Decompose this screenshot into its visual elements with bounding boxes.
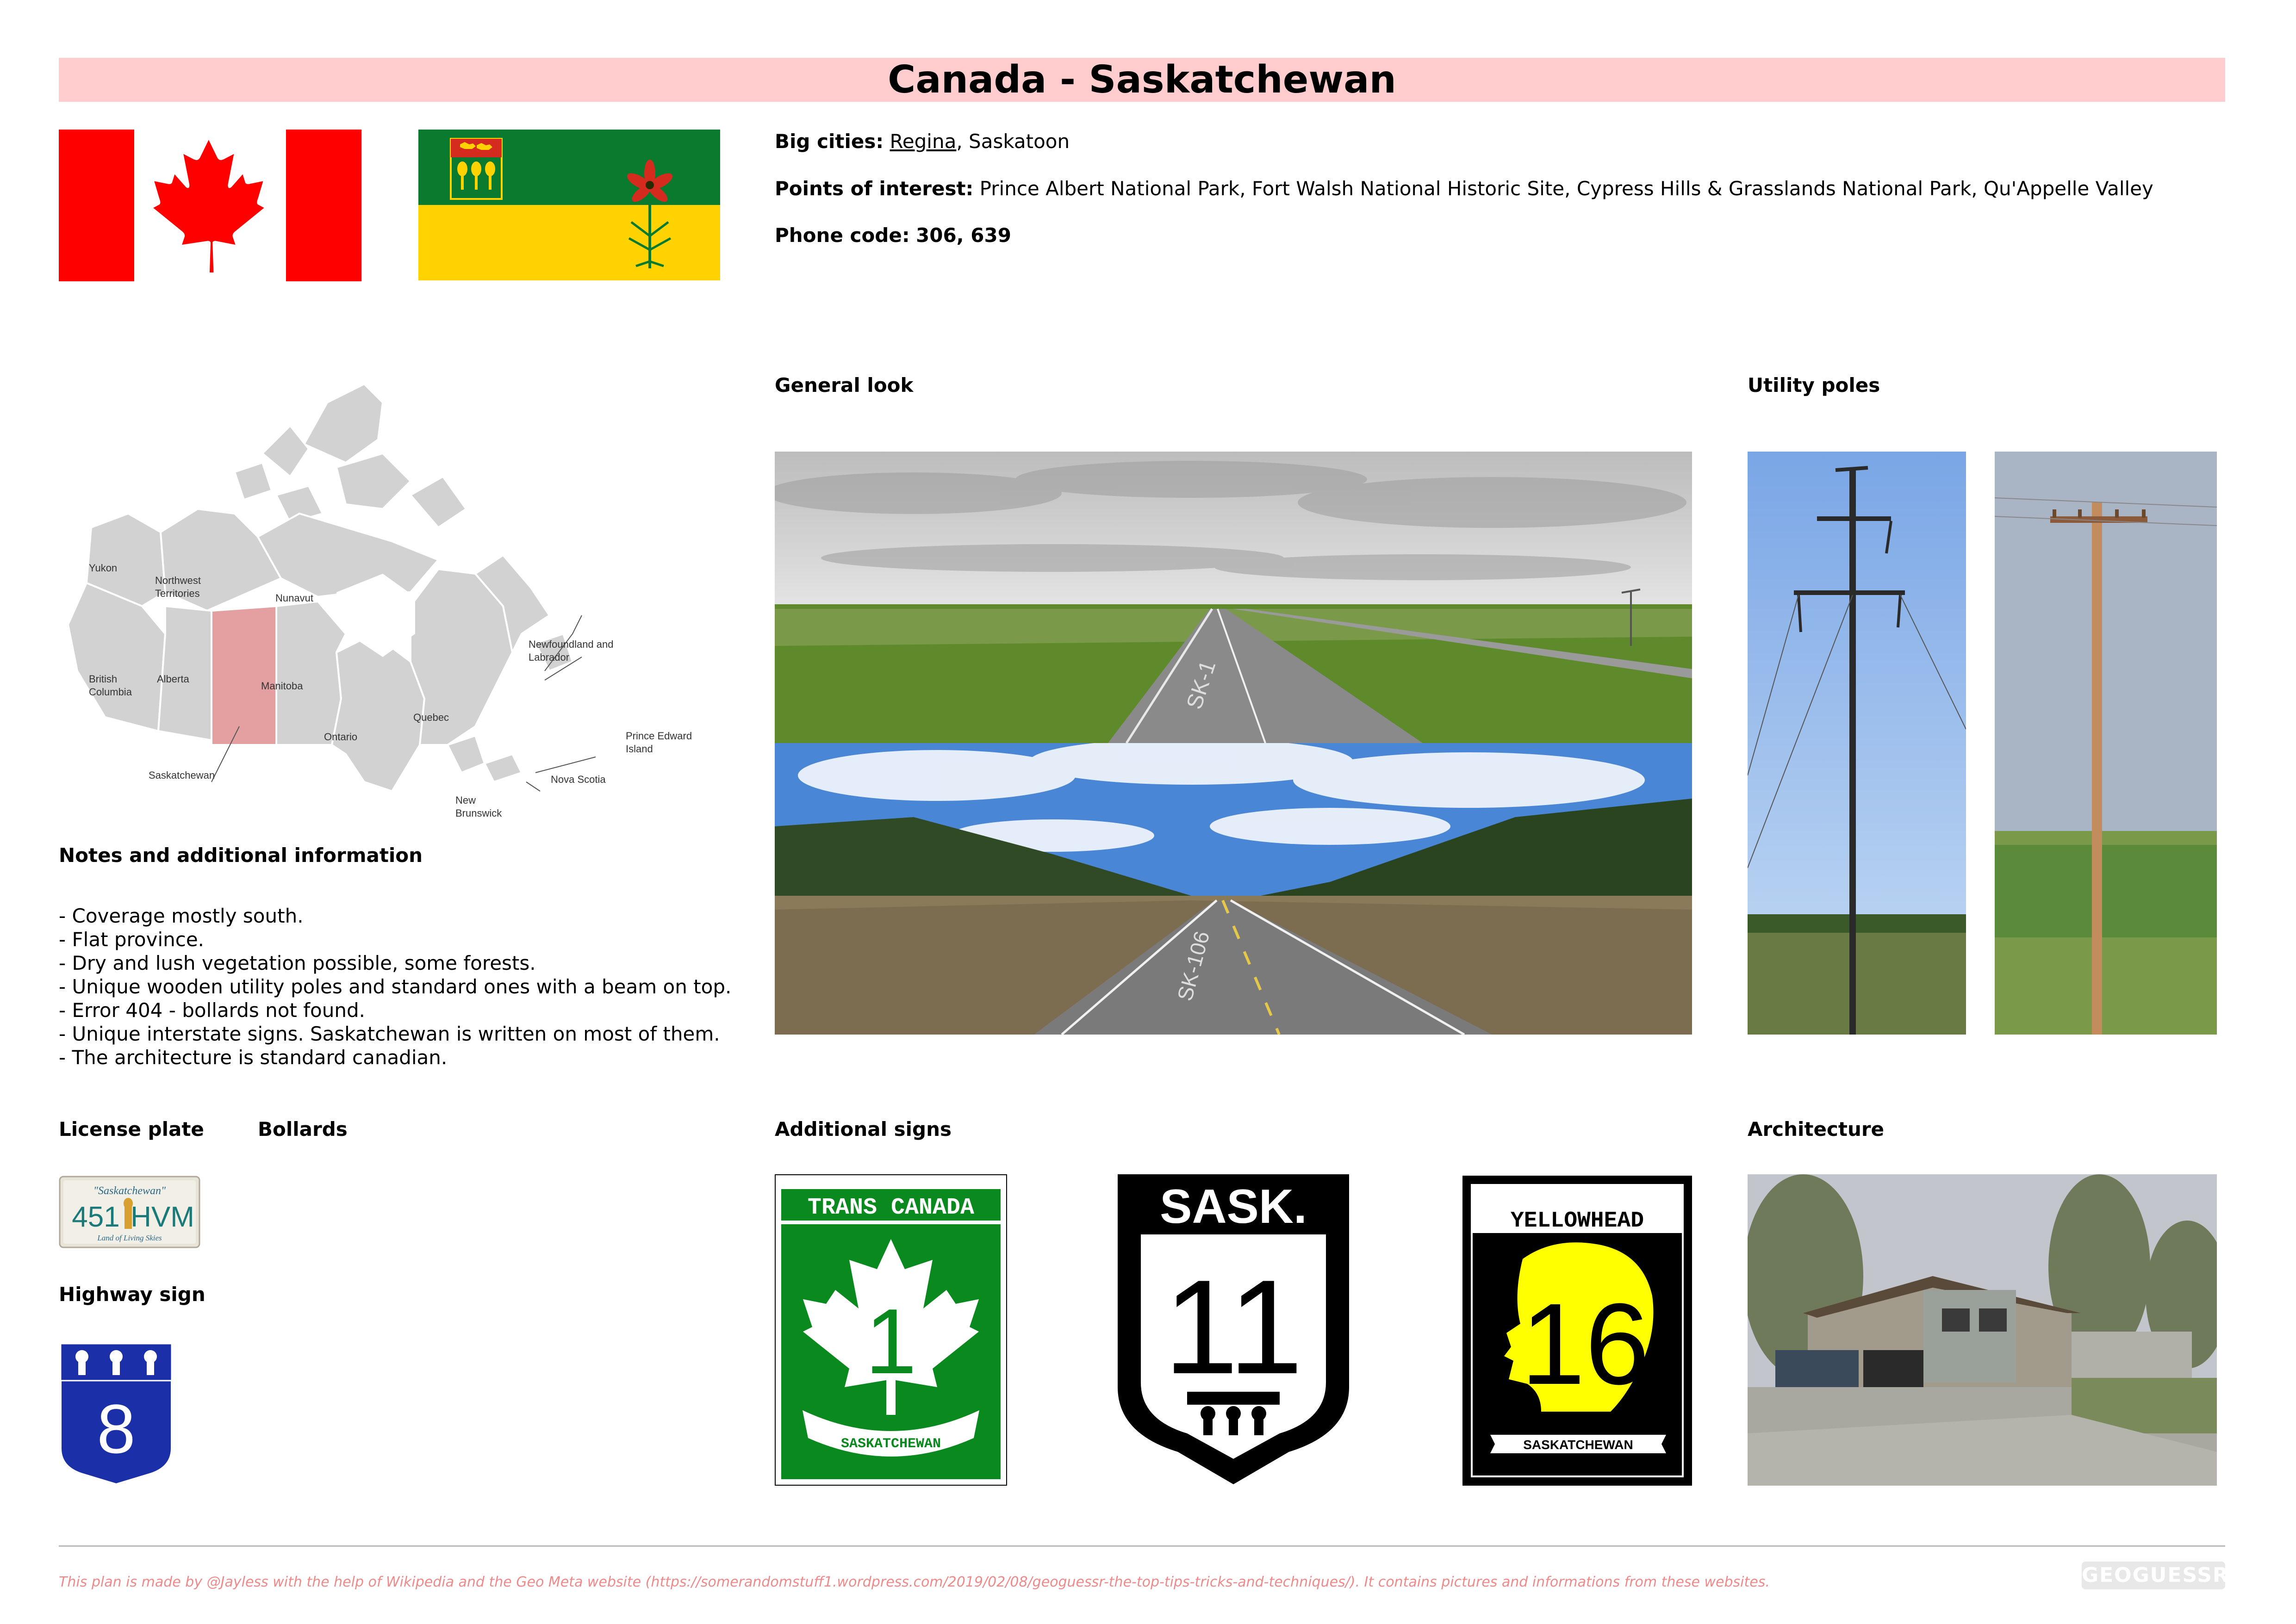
note-line: - The architecture is standard canadian. bbox=[59, 1046, 448, 1069]
heading-bollards: Bollards bbox=[258, 1118, 348, 1141]
general-look-photo-forest-road: SK-106 bbox=[775, 743, 1692, 1035]
highway-sign-number: 8 bbox=[97, 1390, 135, 1468]
sask-11-sign: SASK. 11 bbox=[1118, 1174, 1349, 1484]
trans-canada-banner-text: SASKATCHEWAN bbox=[841, 1436, 941, 1452]
yellowhead-bottom-text: SASKATCHEWAN bbox=[1523, 1438, 1633, 1452]
utility-pole-photo-wooden bbox=[1995, 452, 2217, 1035]
heading-additional-signs: Additional signs bbox=[775, 1118, 952, 1141]
highway-sign-image: 8 bbox=[60, 1343, 173, 1486]
license-plate-image: "Saskatchewan" 451 HVM Land of Living Sk… bbox=[59, 1176, 200, 1248]
yellowhead-top-text: YELLOWHEAD bbox=[1511, 1209, 1644, 1233]
map-label-nunavut: Nunavut bbox=[275, 592, 313, 604]
big-cities-label: Big cities: bbox=[775, 130, 884, 153]
plate-number-right: HVM bbox=[131, 1201, 194, 1233]
geoguessr-logo: GEOGUESSR bbox=[2082, 1562, 2228, 1589]
poi-line: Points of interest: Prince Albert Nation… bbox=[775, 177, 2153, 200]
map-label-quebec: Quebec bbox=[413, 712, 449, 723]
big-cities-line: Big cities: Regina, Saskatoon bbox=[775, 130, 1070, 153]
map-label-nwt2: Territories bbox=[155, 588, 200, 599]
map-label-pei2: Island bbox=[626, 743, 653, 755]
map-label-ontario: Ontario bbox=[324, 731, 357, 743]
phone-label: Phone code: bbox=[775, 224, 910, 247]
map-label-nb2: Brunswick bbox=[455, 807, 502, 819]
note-line: - Dry and lush vegetation possible, some… bbox=[59, 952, 536, 974]
saskatchewan-flag bbox=[418, 130, 720, 280]
poi-label: Points of interest: bbox=[775, 177, 974, 200]
sask-shield-icon bbox=[450, 138, 503, 200]
map-label-nb1: New bbox=[455, 794, 476, 806]
general-look-photo-prairie-road: SK-1 bbox=[775, 452, 1692, 743]
canada-map: Yukon Northwest Territories Nunavut Brit… bbox=[67, 383, 692, 819]
heading-architecture: Architecture bbox=[1748, 1118, 1885, 1141]
note-line: - Unique interstate signs. Saskatchewan … bbox=[59, 1023, 720, 1045]
map-label-sask: Saskatchewan bbox=[149, 769, 215, 781]
page-title: Canada - Saskatchewan bbox=[888, 58, 1396, 102]
trans-canada-number: 1 bbox=[865, 1290, 916, 1393]
map-label-ns: Nova Scotia bbox=[551, 774, 606, 785]
heading-general-look: General look bbox=[775, 374, 914, 397]
heading-utility-poles: Utility poles bbox=[1748, 374, 1880, 397]
map-label-manitoba: Manitoba bbox=[261, 680, 303, 692]
heading-notes: Notes and additional information bbox=[59, 844, 423, 867]
plate-top-text: "Saskatchewan" bbox=[93, 1185, 166, 1197]
yellowhead-number: 16 bbox=[1521, 1279, 1649, 1408]
title-bar: Canada - Saskatchewan bbox=[59, 58, 2225, 102]
phone-value: 306, 639 bbox=[916, 224, 1011, 247]
phone-line: Phone code: 306, 639 bbox=[775, 224, 1011, 247]
map-label-alberta: Alberta bbox=[157, 673, 189, 685]
utility-pole-photo-steel bbox=[1748, 452, 1966, 1035]
canada-flag bbox=[59, 130, 361, 281]
sask-number: 11 bbox=[1164, 1252, 1303, 1402]
sask-top-text: SASK. bbox=[1160, 1180, 1307, 1233]
saskatchewan-region bbox=[211, 605, 277, 746]
map-label-yukon: Yukon bbox=[89, 562, 117, 574]
note-line: - Error 404 - bollards not found. bbox=[59, 999, 365, 1022]
note-line: - Unique wooden utility poles and standa… bbox=[59, 975, 732, 998]
trans-canada-top-text: TRANS CANADA bbox=[808, 1195, 974, 1221]
footer-credit: This plan is made by @Jayless with the h… bbox=[59, 1574, 1770, 1590]
map-label-nl1: Newfoundland and bbox=[529, 638, 613, 650]
map-label-bc2: Columbia bbox=[89, 686, 132, 698]
footer-divider bbox=[59, 1545, 2225, 1547]
heading-license-plate: License plate bbox=[59, 1118, 204, 1141]
map-label-nl2: Labrador bbox=[529, 651, 569, 663]
map-label-pei1: Prince Edward bbox=[626, 730, 692, 742]
trans-canada-sign: TRANS CANADA 1 SASKATCHEWAN bbox=[775, 1174, 1007, 1486]
poi-value: Prince Albert National Park, Fort Walsh … bbox=[979, 177, 2153, 200]
big-cities-rest: , Saskatoon bbox=[956, 130, 1070, 153]
regina-link[interactable]: Regina bbox=[890, 130, 957, 153]
plate-bottom-text: Land of Living Skies bbox=[97, 1233, 162, 1242]
yellowhead-16-sign: YELLOWHEAD 16 SASKATCHEWAN bbox=[1462, 1176, 1692, 1486]
note-line: - Coverage mostly south. bbox=[59, 905, 304, 927]
heading-highway-sign: Highway sign bbox=[59, 1283, 205, 1306]
plate-number-left: 451 bbox=[72, 1201, 119, 1233]
notes-list: - Coverage mostly south. - Flat province… bbox=[59, 904, 731, 1069]
map-label-bc1: British bbox=[89, 673, 117, 685]
note-line: - Flat province. bbox=[59, 928, 205, 951]
map-label-nwt1: Northwest bbox=[155, 575, 201, 586]
architecture-photo bbox=[1748, 1174, 2217, 1486]
